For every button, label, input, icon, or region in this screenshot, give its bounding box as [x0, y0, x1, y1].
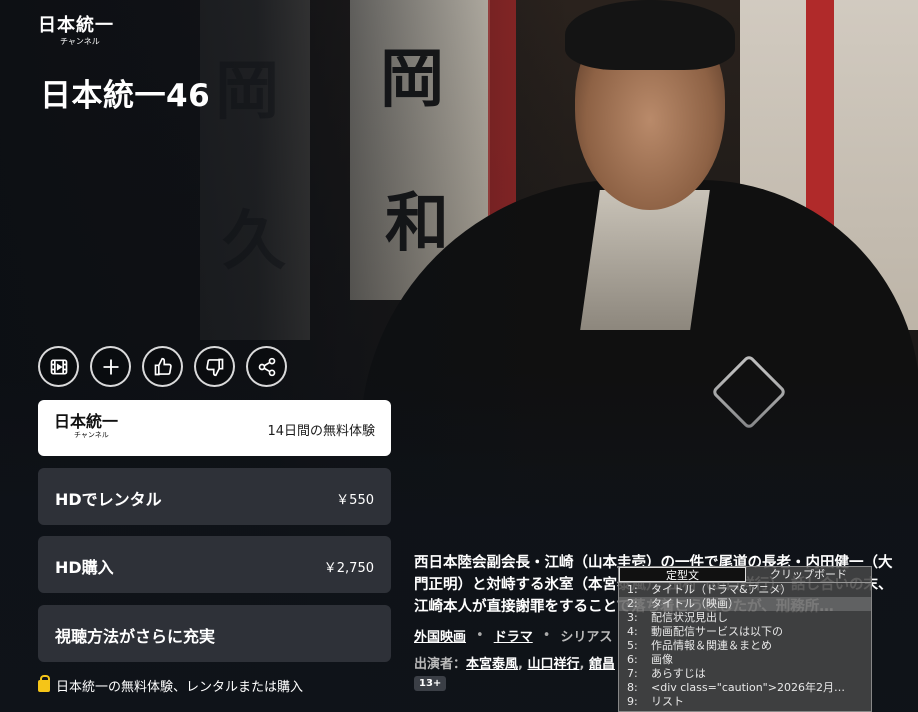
thumbs-down-icon — [205, 358, 223, 376]
buy-hd-price: ￥2,750 — [323, 561, 374, 576]
ime-row-number: 4: — [627, 625, 638, 638]
ime-row-text: タイトル（ドラマ&アニメ） — [651, 583, 792, 596]
ime-tabs: 定型文 クリップボード — [619, 567, 871, 583]
buy-hd-label: HD購入 — [55, 558, 114, 577]
ime-row-text: 作品情報＆関連＆まとめ — [651, 639, 772, 652]
rent-hd-button[interactable]: HDでレンタル ￥550 — [38, 468, 391, 525]
ime-row[interactable]: 1: タイトル（ドラマ&アニメ） — [619, 583, 871, 597]
ime-candidate-popup: 定型文 クリップボード 1: タイトル（ドラマ&アニメ） 2: タイトル（映画） 3… — [618, 566, 872, 712]
ime-row-number: 9: — [627, 695, 638, 708]
trial-channel-logo: 日本統一 チャンネル — [54, 414, 118, 439]
action-buttons — [38, 346, 287, 387]
ime-row[interactable]: 8: <div class="caution">2026年2月… — [619, 681, 871, 695]
buy-hd-button[interactable]: HD購入 ￥2,750 — [38, 536, 391, 593]
lock-icon — [38, 674, 50, 692]
ime-row[interactable]: 7: あらすじは — [619, 667, 871, 681]
ime-row-number: 1: — [627, 583, 638, 596]
genre-link-foreign-film[interactable]: 外国映画 — [414, 626, 466, 645]
dislike-button[interactable] — [194, 346, 235, 387]
ime-row-number: 7: — [627, 667, 638, 680]
cast-link[interactable]: 舘昌 — [589, 657, 615, 672]
cast-link[interactable]: 山口祥行 — [528, 657, 580, 672]
trial-logo-sub: チャンネル — [74, 431, 109, 439]
ime-row-text: リスト — [651, 695, 684, 708]
ime-row[interactable]: 5: 作品情報＆関連＆まとめ — [619, 639, 871, 653]
like-button[interactable] — [142, 346, 183, 387]
more-ways-button[interactable]: 視聴方法がさらに充実 — [38, 605, 391, 662]
channel-logo-main: 日本統一 — [38, 15, 114, 36]
ime-row-number: 2: — [627, 597, 638, 610]
ime-tab-clipboard[interactable]: クリップボード — [746, 567, 871, 582]
purchase-note-text: 日本統一の無料体験、レンタルまたは購入 — [56, 680, 304, 695]
cast-label: 出演者： — [414, 657, 467, 672]
separator-dot: • — [542, 628, 551, 643]
share-button[interactable] — [246, 346, 287, 387]
ime-row-text: 配信状況見出し — [651, 611, 728, 624]
rent-hd-label: HDでレンタル — [55, 490, 162, 509]
add-to-list-button[interactable] — [90, 346, 131, 387]
separator-dot: • — [476, 628, 484, 643]
purchase-note: 日本統一の無料体験、レンタルまたは購入 — [38, 674, 304, 695]
genre-list: 外国映画 • ドラマ • シリアス — [414, 626, 612, 645]
more-ways-label: 視聴方法がさらに充実 — [55, 627, 216, 646]
ime-row-text: 画像 — [651, 653, 673, 666]
ime-row[interactable]: 6: 画像 — [619, 653, 871, 667]
ime-row-text: <div class="caution">2026年2月… — [651, 681, 845, 694]
trailer-button[interactable] — [38, 346, 79, 387]
genre-serious: シリアス — [560, 630, 613, 645]
ime-row[interactable]: 9: リスト — [619, 695, 871, 709]
channel-logo-sub: チャンネル — [60, 37, 100, 46]
ime-row-number: 3: — [627, 611, 638, 624]
cast-list: 出演者：本宮泰風, 山口祥行, 舘昌 — [414, 657, 615, 672]
ime-row-number: 8: — [627, 681, 638, 694]
genre-link-drama[interactable]: ドラマ — [494, 626, 533, 645]
ime-row-text: 動画配信サービスは以下の — [651, 625, 783, 638]
cast-link[interactable]: 本宮泰風 — [466, 657, 518, 672]
age-rating-badge: 13+ — [414, 676, 447, 691]
ime-tab-phrases[interactable]: 定型文 — [619, 567, 746, 582]
channel-logo[interactable]: 日本統一 チャンネル — [38, 17, 114, 46]
ime-row[interactable]: 3: 配信状況見出し — [619, 611, 871, 625]
ime-row-text: あらすじは — [651, 667, 706, 680]
trial-text: 14日間の無料体験 — [267, 424, 375, 439]
rent-hd-price: ￥550 — [336, 493, 374, 508]
trial-logo-main: 日本統一 — [54, 412, 119, 431]
ime-row[interactable]: 4: 動画配信サービスは以下の — [619, 625, 871, 639]
add-icon — [103, 359, 118, 374]
share-icon — [258, 357, 275, 376]
ime-row-number: 6: — [627, 653, 638, 666]
thumbs-up-icon — [154, 357, 172, 375]
page-title: 日本統一46 — [40, 78, 211, 114]
ime-row-text: タイトル（映画） — [651, 597, 739, 610]
trailer-icon — [50, 359, 67, 374]
free-trial-button[interactable]: 日本統一 チャンネル 14日間の無料体験 — [38, 400, 391, 456]
ime-row[interactable]: 2: タイトル（映画） — [619, 597, 871, 611]
ime-row-number: 5: — [627, 639, 638, 652]
